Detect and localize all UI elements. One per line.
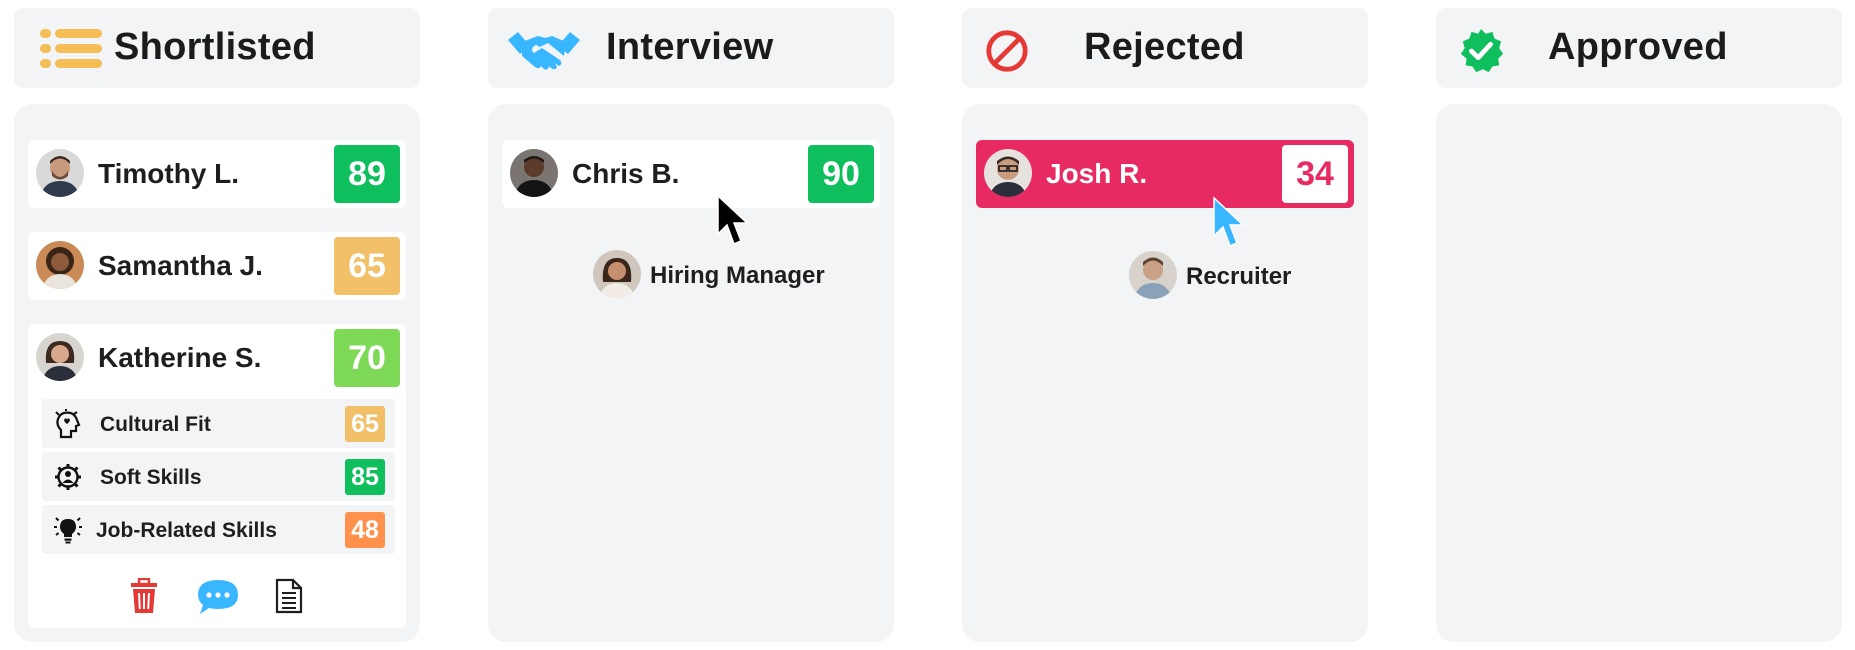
handshake-icon — [508, 32, 580, 70]
candidate-card[interactable]: Josh R. 34 — [976, 140, 1354, 208]
candidate-card[interactable]: Timothy L. 89 — [28, 140, 406, 208]
score-badge: 89 — [334, 145, 400, 203]
column-header-interview: Interview — [488, 8, 894, 88]
column-header-shortlisted: Shortlisted — [14, 8, 420, 88]
collaborator-label: Hiring Manager — [650, 262, 825, 289]
collaborator-label: Recruiter — [1186, 263, 1292, 290]
score-badge: 34 — [1282, 145, 1348, 203]
document-icon[interactable] — [274, 578, 304, 614]
skill-row-job-related-skills: Job-Related Skills 48 — [42, 505, 395, 554]
candidate-card-expanded[interactable]: Katherine S. 70 Cultural Fit 65 Soft Ski… — [28, 324, 406, 628]
candidate-name: Josh R. — [1046, 158, 1148, 189]
head-heart-icon — [55, 409, 81, 439]
verified-check-icon — [1460, 28, 1504, 73]
cursor-icon — [717, 194, 749, 246]
candidate-name: Chris B. — [572, 158, 680, 189]
trash-icon[interactable] — [128, 578, 160, 614]
skill-row-soft-skills: Soft Skills 85 — [42, 452, 395, 501]
skill-label: Job-Related Skills — [96, 519, 277, 542]
column-approved — [1436, 104, 1842, 642]
avatar — [36, 333, 84, 381]
column-title-interview: Interview — [606, 26, 774, 68]
skill-score-badge: 65 — [345, 406, 385, 442]
skill-row-cultural-fit: Cultural Fit 65 — [42, 399, 395, 448]
avatar — [36, 241, 84, 289]
candidate-card[interactable]: Samantha J. 65 — [28, 232, 406, 300]
avatar — [510, 149, 558, 197]
list-icon — [40, 29, 102, 68]
candidate-name: Katherine S. — [98, 342, 262, 373]
avatar — [36, 149, 84, 197]
score-badge: 65 — [334, 237, 400, 295]
score-badge: 70 — [334, 329, 400, 387]
prohibited-icon — [986, 30, 1028, 72]
chat-icon[interactable] — [196, 578, 240, 616]
candidate-card[interactable]: Chris B. 90 — [502, 140, 880, 208]
column-interview: Chris B. 90 — [488, 104, 894, 642]
column-title-approved: Approved — [1548, 26, 1728, 68]
column-shortlisted: Timothy L. 89 Samantha J. 65 Katherine S… — [14, 104, 420, 642]
avatar — [1129, 251, 1177, 299]
skill-score-badge: 85 — [345, 459, 385, 495]
gear-person-icon — [55, 464, 81, 490]
column-title-shortlisted: Shortlisted — [114, 26, 316, 68]
candidate-name: Samantha J. — [98, 250, 263, 281]
column-header-rejected: Rejected — [962, 8, 1368, 88]
avatar — [984, 149, 1032, 197]
lightbulb-icon — [54, 517, 82, 544]
skill-label: Soft Skills — [100, 466, 202, 489]
skill-label: Cultural Fit — [100, 413, 211, 436]
column-rejected: Josh R. 34 — [962, 104, 1368, 642]
column-title-rejected: Rejected — [1084, 26, 1245, 68]
cursor-icon — [1213, 196, 1245, 248]
column-header-approved: Approved — [1436, 8, 1842, 88]
avatar — [593, 250, 641, 298]
skill-score-badge: 48 — [345, 512, 385, 548]
candidate-name: Timothy L. — [98, 158, 240, 189]
score-badge: 90 — [808, 145, 874, 203]
